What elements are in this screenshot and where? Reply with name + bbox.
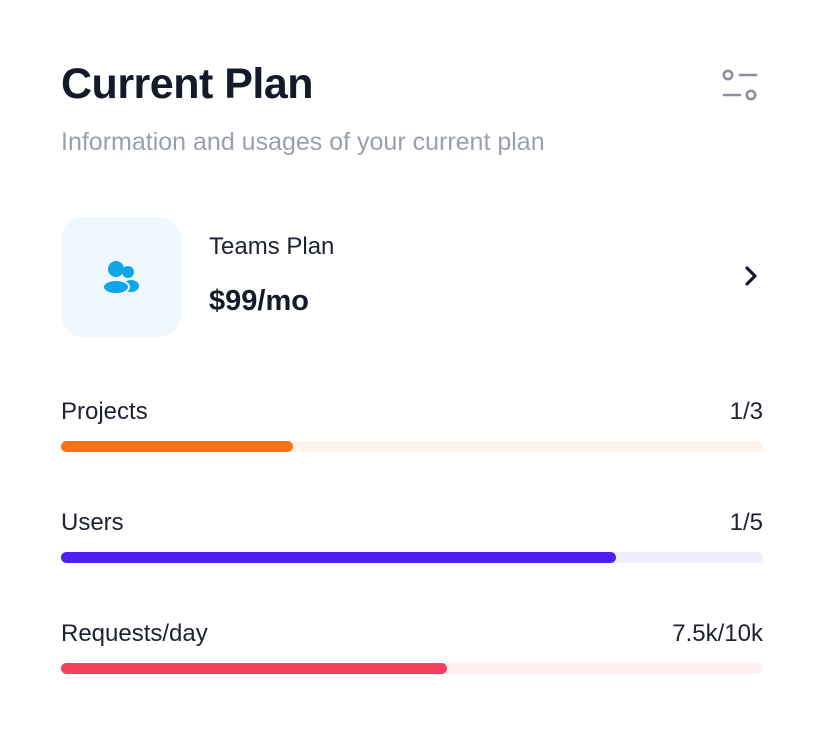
- page-title: Current Plan: [61, 60, 314, 108]
- page-subtitle: Information and usages of your current p…: [61, 128, 545, 156]
- usage-value: 1/5: [729, 509, 763, 536]
- progress-track: [61, 441, 763, 452]
- progress-fill: [61, 552, 616, 563]
- usage-label: Projects: [61, 398, 148, 425]
- plan-row[interactable]: Teams Plan $99/mo: [61, 217, 763, 337]
- usage-label: Users: [61, 509, 124, 536]
- usage-value: 7.5k/10k: [672, 620, 763, 647]
- progress-fill: [61, 663, 448, 674]
- plan-price: $99/mo: [209, 285, 309, 317]
- progress-fill: [61, 441, 293, 452]
- settings-button[interactable]: [718, 66, 762, 106]
- users-icon: [102, 261, 139, 295]
- current-plan-card: Current Plan Information and usages of y…: [0, 0, 819, 752]
- usage-value: 1/3: [729, 398, 763, 425]
- chevron-right-icon: [743, 265, 759, 292]
- usage-label: Requests/day: [61, 620, 208, 647]
- progress-track: [61, 552, 763, 563]
- sliders-icon: [722, 69, 758, 101]
- plan-name: Teams Plan: [209, 233, 335, 260]
- plan-icon-box: [61, 217, 181, 337]
- progress-track: [61, 663, 763, 674]
